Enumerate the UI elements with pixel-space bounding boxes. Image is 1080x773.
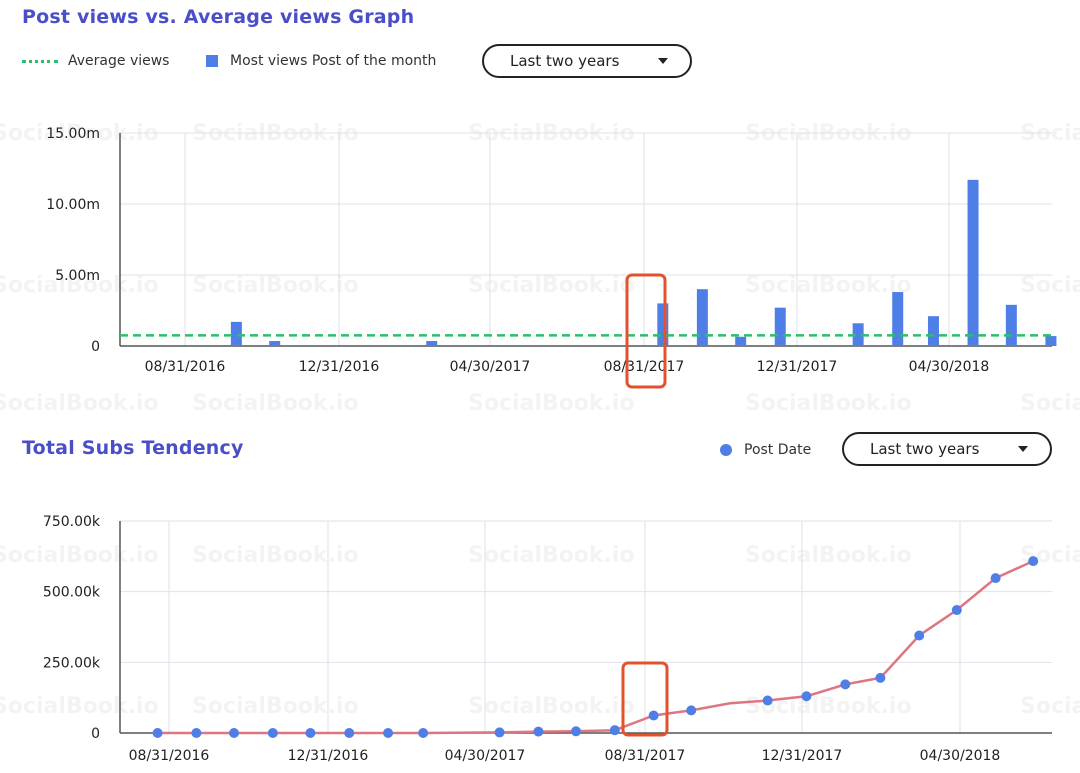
bar xyxy=(927,316,939,346)
data-point xyxy=(418,728,429,738)
data-point xyxy=(875,672,886,683)
watermark-text: SocialBook.io xyxy=(192,694,359,719)
data-point xyxy=(840,679,851,690)
y-tick-label: 0 xyxy=(91,726,100,742)
data-point xyxy=(570,726,581,737)
watermark-layer: SocialBook.io SocialBook.io SocialBook.io S… xyxy=(0,121,1080,719)
watermark-text: SocialBook.io xyxy=(0,391,159,416)
x-tick-label: 12/31/2016 xyxy=(299,359,380,375)
data-point xyxy=(191,728,202,738)
data-point xyxy=(686,705,697,716)
x-tick-label: 08/31/2016 xyxy=(129,748,210,764)
data-point xyxy=(533,726,544,737)
x-tick-label: 12/31/2017 xyxy=(762,748,843,764)
bar xyxy=(1045,336,1057,346)
bar xyxy=(657,303,669,346)
data-point xyxy=(951,605,962,616)
x-tick-label: 12/31/2016 xyxy=(288,748,369,764)
data-point xyxy=(494,727,505,738)
watermark-text: SocialBook.io xyxy=(192,391,359,416)
charts-canvas: SocialBook.io SocialBook.io SocialBook.io S… xyxy=(0,121,1080,764)
y-tick-label: 750.00k xyxy=(43,514,101,530)
data-point xyxy=(344,728,355,738)
y-tick-label: 5.00m xyxy=(55,268,100,284)
bar xyxy=(1005,304,1017,346)
data-point xyxy=(152,728,163,738)
data-point xyxy=(648,710,659,721)
watermark-text: SocialBook.io xyxy=(468,694,635,719)
watermark-text: SocialBook.io xyxy=(0,543,159,568)
watermark-text: SocialBook.io xyxy=(468,391,635,416)
data-point xyxy=(914,630,925,641)
watermark-text: SocialBook.io xyxy=(0,694,159,719)
bar xyxy=(230,321,242,346)
watermark-text: SocialBook.io xyxy=(1020,694,1080,719)
y-tick-label: 250.00k xyxy=(43,655,101,671)
data-point xyxy=(990,573,1001,584)
bar xyxy=(892,292,904,346)
data-point xyxy=(1028,556,1039,567)
data-point xyxy=(762,695,773,706)
y-tick-label: 500.00k xyxy=(43,585,101,601)
data-point xyxy=(801,691,812,702)
watermark-text: SocialBook.io xyxy=(745,391,912,416)
bar xyxy=(967,179,979,346)
data-point xyxy=(383,728,394,738)
bar xyxy=(426,341,438,346)
data-point xyxy=(267,728,278,738)
watermark-text: SocialBook.io xyxy=(468,273,635,298)
y-tick-label: 0 xyxy=(91,339,100,355)
bar xyxy=(735,336,747,346)
watermark-text: SocialBook.io xyxy=(745,543,912,568)
x-tick-label: 08/31/2016 xyxy=(145,359,226,375)
x-tick-label: 08/31/2017 xyxy=(604,359,685,375)
y-tick-label: 15.00m xyxy=(46,126,100,142)
x-tick-label: 04/30/2018 xyxy=(920,748,1001,764)
watermark-text: SocialBook.io xyxy=(468,543,635,568)
post-views-chart: 15.00m 10.00m 5.00m 0 08/31/2016 12/31/2016 04… xyxy=(46,126,1057,389)
x-tick-label: 04/30/2017 xyxy=(445,748,526,764)
bar xyxy=(774,307,786,346)
watermark-text: SocialBook.io xyxy=(192,273,359,298)
data-point xyxy=(305,728,316,738)
x-tick-label: 04/30/2017 xyxy=(450,359,531,375)
x-tick-label: 04/30/2018 xyxy=(909,359,990,375)
bar xyxy=(269,341,281,346)
watermark-text: SocialBook.io xyxy=(192,543,359,568)
bar xyxy=(696,289,708,346)
x-tick-label: 12/31/2017 xyxy=(757,359,838,375)
data-point xyxy=(228,728,239,738)
y-tick-label: 10.00m xyxy=(46,197,100,213)
data-point xyxy=(609,725,620,736)
x-tick-label: 08/31/2017 xyxy=(605,748,686,764)
watermark-text: SocialBook.io xyxy=(745,273,912,298)
watermark-text: SocialBook.io xyxy=(1020,391,1080,416)
watermark-text: SocialBook.io xyxy=(1020,273,1080,298)
